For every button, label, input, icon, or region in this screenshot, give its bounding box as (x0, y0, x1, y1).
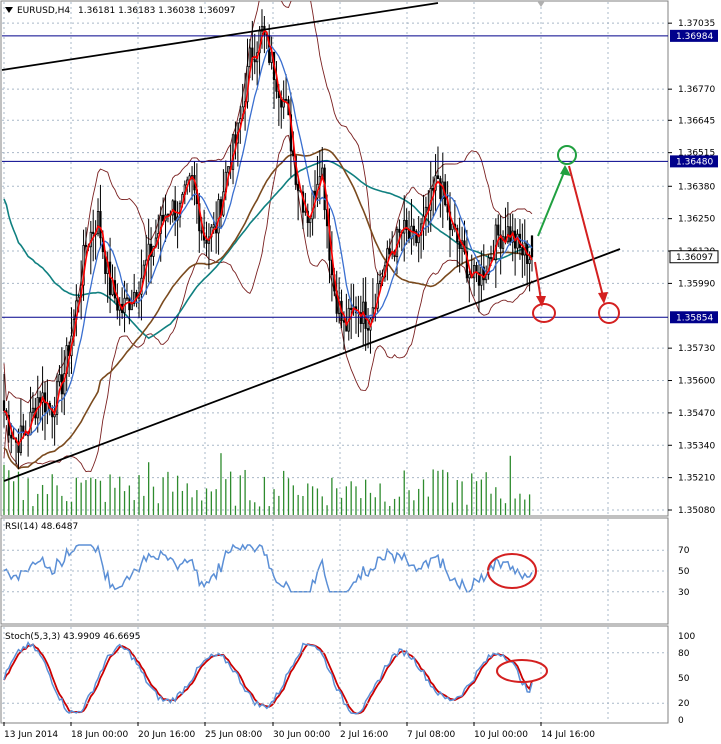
price-tick-label: 1.35470 (678, 409, 715, 419)
stochastic-tick-label: 80 (678, 649, 690, 659)
time-tick-label: 7 Jul 08:00 (407, 730, 456, 740)
candle-body (342, 320, 346, 323)
candle-body (509, 226, 512, 243)
time-axis: 13 Jun 2014 18 Jun 00:00 20 Jun 16:00 25 Ju… (3, 722, 595, 740)
candle-body (174, 200, 177, 221)
time-tick-label: 20 Jun 16:00 (138, 730, 195, 740)
time-tick-label: 13 Jun 2014 (4, 730, 58, 740)
candle-body (128, 297, 131, 311)
rsi-tick-label: 70 (678, 546, 690, 556)
candle-body (350, 307, 353, 310)
candle-body (171, 200, 174, 216)
candle-body (248, 47, 252, 67)
stochastic-label: Stoch(5,3,3) 43.9909 46.6695 (5, 632, 140, 642)
chart-canvas: 1.370351.367701.366451.365151.363801.362… (0, 0, 719, 740)
candle-body (297, 184, 300, 191)
price-tick-label: 1.36645 (678, 116, 715, 126)
candle-body (468, 274, 471, 279)
candle-body (398, 228, 401, 233)
candle-body (92, 231, 95, 235)
candle-body (200, 230, 203, 234)
time-tick-label: 14 Jul 16:00 (541, 730, 595, 740)
candle-body (253, 59, 256, 63)
candle-body (432, 187, 435, 191)
stochastic-tick-label: 100 (678, 632, 695, 642)
candle-body (528, 259, 531, 264)
candle-body (108, 261, 112, 296)
candle-body (436, 175, 440, 180)
time-tick-label: 25 Jun 08:00 (205, 730, 262, 740)
time-tick-label: 10 Jul 00:00 (474, 730, 528, 740)
candle-body (530, 235, 534, 258)
candle-body (10, 434, 13, 439)
level-price-label: 1.35854 (676, 313, 713, 323)
stochastic-tick-label: 20 (678, 699, 690, 709)
candle-body (494, 224, 497, 261)
candle-body (521, 247, 524, 256)
candle-body (125, 297, 129, 300)
price-tick-label: 1.36380 (678, 182, 715, 192)
symbol-label: EURUSD,H4 (17, 6, 70, 16)
rsi-tick-label: 50 (678, 567, 690, 577)
time-tick-label: 2 Jul 16:00 (340, 730, 389, 740)
candle-body (212, 224, 215, 228)
candle-body (231, 134, 235, 170)
level-price-label: 1.36480 (676, 157, 713, 167)
candle-body (309, 218, 312, 224)
price-tick-label: 1.36770 (678, 85, 715, 95)
price-tick-label: 1.35340 (678, 441, 715, 451)
candle-body (304, 210, 307, 213)
candle-body (489, 257, 493, 259)
candle-body (284, 98, 288, 101)
price-tick-label: 1.35990 (678, 279, 715, 289)
candle-body (31, 407, 35, 413)
candle-body (412, 225, 415, 232)
candle-body (227, 166, 230, 173)
candle-body (96, 211, 100, 235)
candle-body (403, 219, 406, 234)
price-axis: 1.370351.367701.366451.365151.363801.362… (668, 19, 719, 516)
price-tick-label: 1.36250 (678, 215, 715, 225)
candle-body (407, 229, 411, 240)
candle-body (439, 178, 442, 199)
candle-body (378, 280, 382, 284)
price-tick-label: 1.35600 (678, 377, 715, 387)
candle-body (99, 211, 102, 239)
rsi-label: RSI(14) 48.6487 (5, 522, 78, 532)
ohlc-values: 1.36181 1.36183 1.36038 1.36097 (78, 6, 235, 16)
rsi-tick-label: 30 (678, 588, 690, 598)
candle-body (497, 224, 500, 236)
candle-body (205, 239, 208, 244)
price-tick-label: 1.35210 (678, 474, 715, 484)
stochastic-tick-label: 50 (678, 674, 690, 684)
candle-body (84, 245, 88, 247)
main-chart-panel (0, 0, 669, 517)
candle-body (388, 248, 391, 255)
candle-body (58, 374, 61, 383)
current-price-label: 1.36097 (676, 253, 713, 263)
price-tick-label: 1.37035 (678, 19, 715, 29)
candle-body (458, 241, 461, 250)
candle-body (2, 400, 6, 412)
candle-body (366, 328, 370, 331)
price-tick-label: 1.35730 (678, 344, 715, 354)
candle-body (166, 213, 170, 216)
candle-body (22, 425, 25, 433)
price-tick-label: 1.35080 (678, 506, 715, 516)
candle-body (473, 265, 476, 279)
time-tick-label: 30 Jun 00:00 (273, 730, 330, 740)
level-price-label: 1.36984 (676, 32, 713, 42)
time-tick-label: 18 Jun 00:00 (71, 730, 128, 740)
stochastic-tick-label: 0 (678, 716, 684, 726)
